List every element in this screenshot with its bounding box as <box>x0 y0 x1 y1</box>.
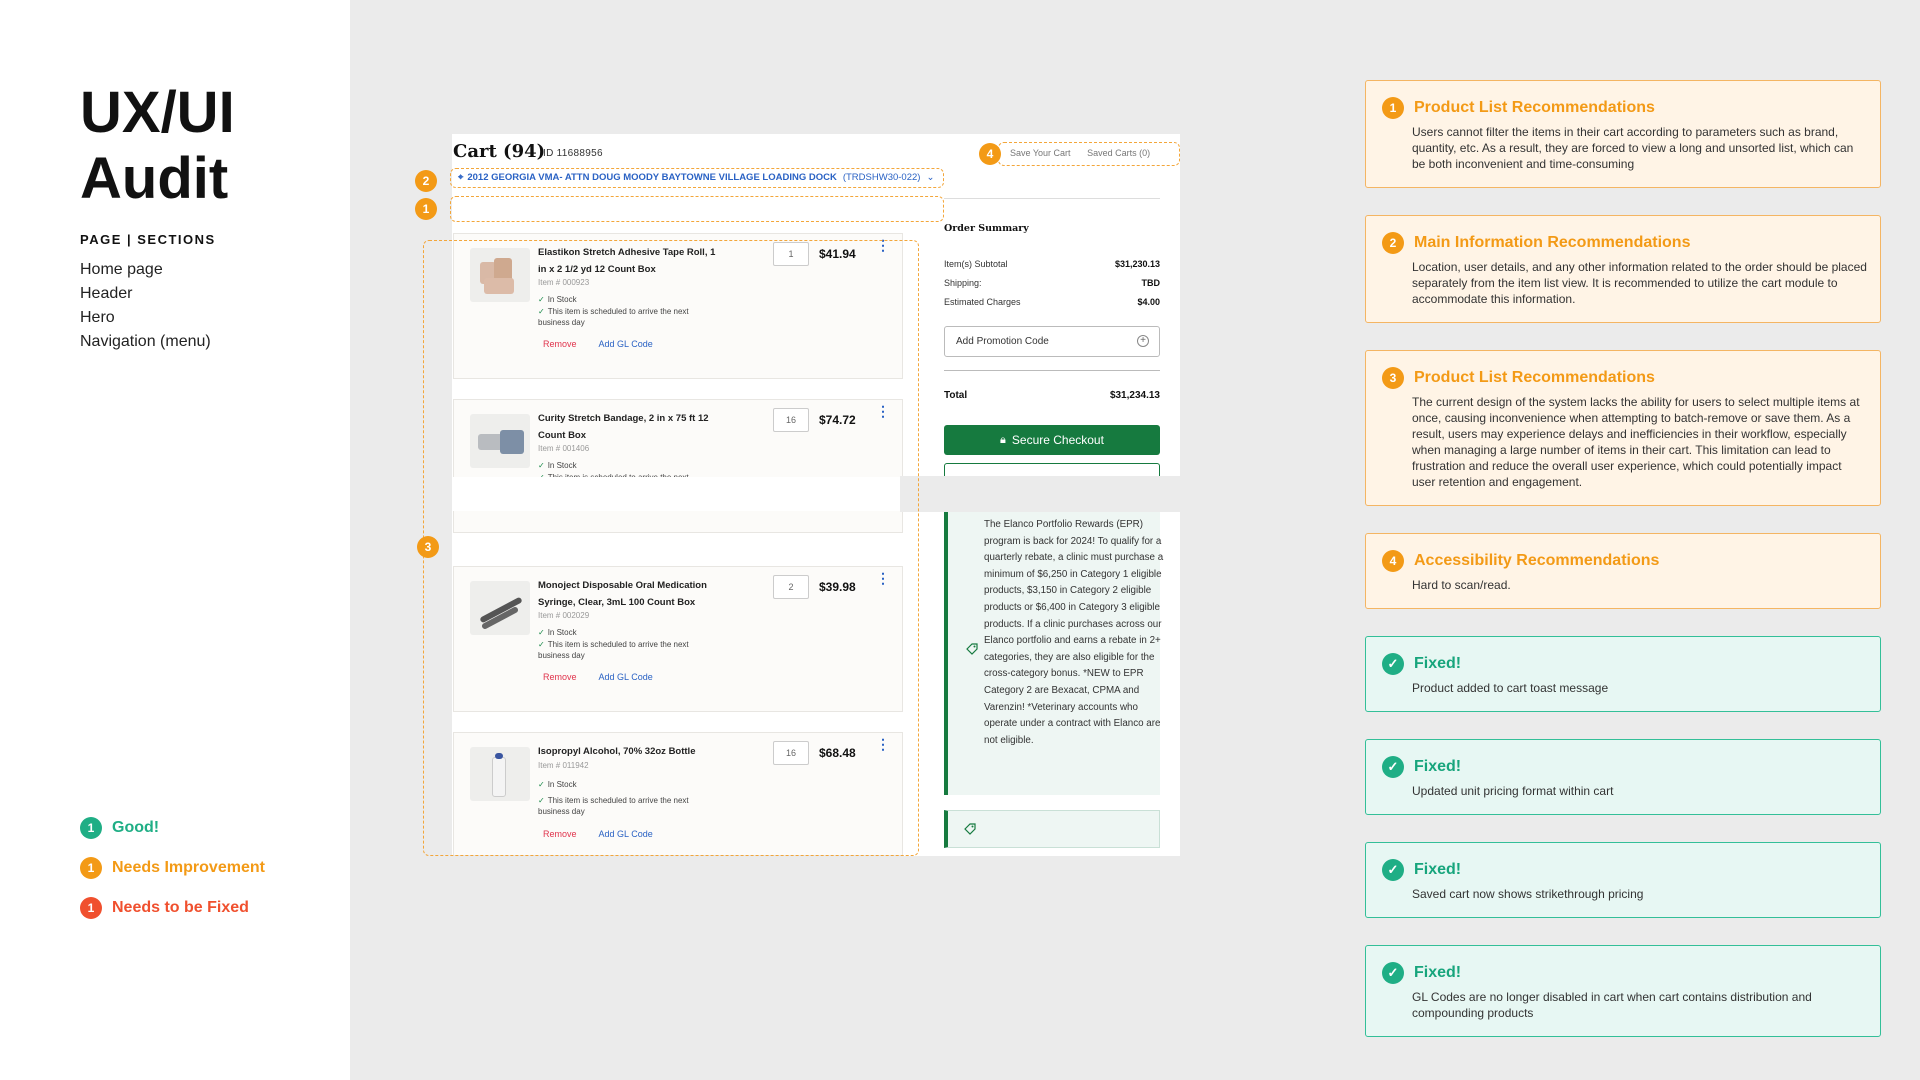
legend-improve-dot: 1 <box>80 857 102 879</box>
legend-fix: 1 Needs to be Fixed <box>80 896 265 920</box>
rewards-text: The Elanco Portfolio Rewards (EPR) progr… <box>984 519 1164 746</box>
order-summary-title: Order Summary <box>944 223 1029 234</box>
sections-list: Home page Header Hero Navigation (menu) <box>80 258 211 354</box>
section-item: Home page <box>80 261 163 278</box>
summary-row-charges: Estimated Charges $4.00 <box>944 297 1160 307</box>
card-text: Saved cart now shows strikethrough prici… <box>1412 887 1644 901</box>
card-title: Main Information Recommendations <box>1414 234 1691 251</box>
check-circle-icon: ✓ <box>1382 859 1404 881</box>
summary-row-subtotal: Item(s) Subtotal $31,230.13 <box>944 259 1160 269</box>
check-circle-icon: ✓ <box>1382 962 1404 984</box>
legend: 1 Good! 1 Needs Improvement 1 Needs to b… <box>80 816 265 936</box>
card-title: Fixed! <box>1414 655 1462 672</box>
cart-title: Cart (94) <box>453 141 546 162</box>
tag-icon <box>966 643 978 655</box>
card-title: Accessibility Recommendations <box>1414 552 1660 569</box>
annotation-box-3 <box>423 240 919 856</box>
lock-icon: 🔒︎ <box>1000 433 1006 446</box>
recommendation-card-2: 2 Main Information Recommendations Locati… <box>1365 215 1881 323</box>
card-number: 4 <box>1382 550 1404 572</box>
secure-checkout-button[interactable]: 🔒︎ Secure Checkout <box>944 425 1160 455</box>
card-text: Product added to cart toast message <box>1412 681 1609 695</box>
legend-good-label: Good! <box>112 819 160 836</box>
card-title: Fixed! <box>1414 758 1462 775</box>
card-text: GL Codes are no longer disabled in cart … <box>1412 990 1812 1020</box>
rewards-banner-2 <box>944 810 1160 848</box>
cart-id: ID 11688956 <box>543 148 603 159</box>
summary-row-shipping: Shipping: TBD <box>944 278 1160 288</box>
check-circle-icon: ✓ <box>1382 756 1404 778</box>
divider <box>944 198 1160 199</box>
legend-fix-label: Needs to be Fixed <box>112 899 249 916</box>
annotation-badge-1: 1 <box>415 198 437 220</box>
annotation-box-2 <box>450 168 944 188</box>
divider <box>944 370 1160 371</box>
card-text: Users cannot filter the items in their c… <box>1412 125 1854 171</box>
fixed-card-4: ✓ Fixed! GL Codes are no longer disabled … <box>1365 945 1881 1037</box>
card-text: Updated unit pricing format within cart <box>1412 784 1614 798</box>
left-panel: UX/UI Audit PAGE | SECTIONS Home page He… <box>0 0 350 1080</box>
sections-heading: PAGE | SECTIONS <box>80 232 216 247</box>
card-title: Fixed! <box>1414 861 1462 878</box>
legend-improve: 1 Needs Improvement <box>80 856 265 880</box>
section-item: Hero <box>80 309 115 326</box>
page-title: UX/UI Audit <box>80 80 235 211</box>
card-title: Product List Recommendations <box>1414 99 1655 116</box>
card-text: Location, user details, and any other in… <box>1412 260 1867 306</box>
fixed-card-2: ✓ Fixed! Updated unit pricing format with… <box>1365 739 1881 815</box>
tag-icon <box>964 823 976 835</box>
recommendation-card-4: 4 Accessibility Recommendations Hard to s… <box>1365 533 1881 609</box>
annotation-box-1 <box>450 196 944 222</box>
annotation-badge-2: 2 <box>415 170 437 192</box>
card-number: 2 <box>1382 232 1404 254</box>
recommendation-card-3: 3 Product List Recommendations The curren… <box>1365 350 1881 506</box>
legend-improve-label: Needs Improvement <box>112 859 265 876</box>
legend-good: 1 Good! <box>80 816 265 840</box>
legend-good-dot: 1 <box>80 817 102 839</box>
card-text: Hard to scan/read. <box>1412 578 1511 592</box>
section-item: Header <box>80 285 133 302</box>
order-total: Total $31,234.13 <box>944 390 1160 401</box>
promo-code-input[interactable]: Add Promotion Code + <box>944 326 1160 357</box>
recommendation-card-1: 1 Product List Recommendations Users cann… <box>1365 80 1881 188</box>
annotation-badge-4: 4 <box>979 143 1001 165</box>
check-circle-icon: ✓ <box>1382 653 1404 675</box>
section-item: Navigation (menu) <box>80 333 211 350</box>
annotation-badge-3: 3 <box>417 536 439 558</box>
continue-shopping-button[interactable] <box>944 463 1160 476</box>
card-number: 1 <box>1382 97 1404 119</box>
card-title: Fixed! <box>1414 964 1462 981</box>
fixed-card-3: ✓ Fixed! Saved cart now shows strikethrou… <box>1365 842 1881 918</box>
screenshot-gap <box>900 476 1190 512</box>
add-circle-icon[interactable]: + <box>1137 335 1149 347</box>
card-number: 3 <box>1382 367 1404 389</box>
rewards-banner: The Elanco Portfolio Rewards (EPR) progr… <box>944 512 1163 795</box>
card-title: Product List Recommendations <box>1414 369 1655 386</box>
annotation-box-4 <box>998 142 1180 166</box>
fixed-card-1: ✓ Fixed! Product added to cart toast mess… <box>1365 636 1881 712</box>
legend-fix-dot: 1 <box>80 897 102 919</box>
card-text: The current design of the system lacks t… <box>1412 395 1860 489</box>
